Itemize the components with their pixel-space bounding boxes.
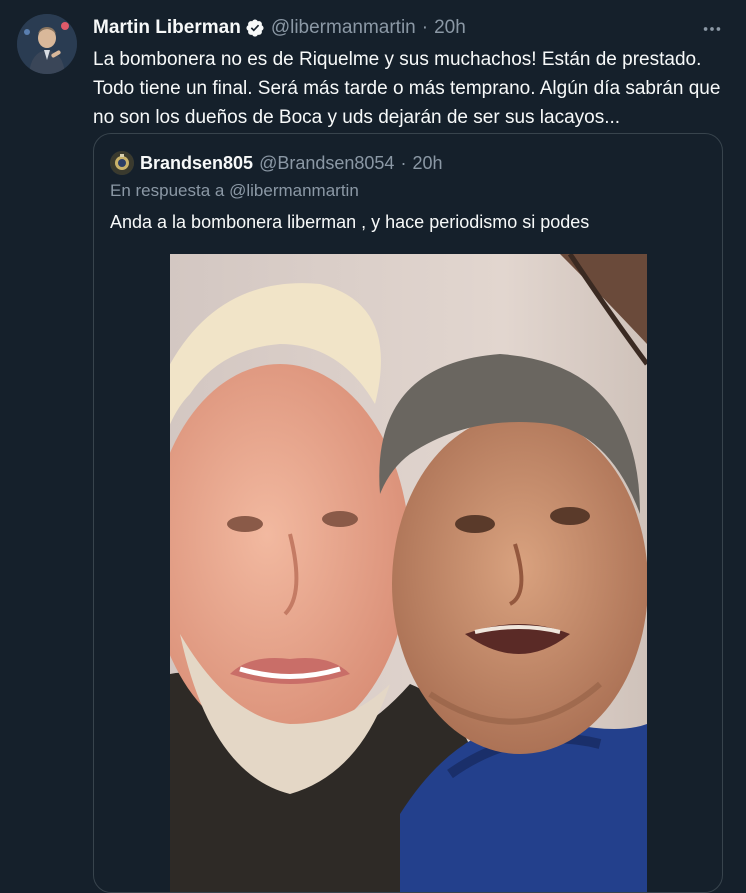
quoted-tweet-header: Brandsen805 @Brandsen8054 · 20h [110, 151, 443, 175]
separator-dot: · [400, 152, 407, 173]
reply-mention: @libermanmartin [229, 181, 359, 200]
quoted-tweet[interactable]: Brandsen805 @Brandsen8054 · 20h En respu… [93, 133, 723, 893]
author-name[interactable]: Martin Liberman [93, 17, 241, 39]
quoted-timestamp: 20h [412, 152, 443, 173]
quoted-author-avatar [110, 151, 134, 175]
tweet-text-line: no son los dueños de Boca y uds dejarán … [93, 107, 621, 128]
separator-dot: · [421, 17, 429, 38]
quoted-tweet-photo[interactable] [170, 254, 647, 892]
author-avatar[interactable] [17, 14, 77, 74]
tweet-timestamp[interactable]: 20h [434, 17, 466, 39]
tweet[interactable]: Martin Liberman @libermanmartin · 20h La… [0, 0, 746, 893]
quoted-author-name: Brandsen805 [140, 152, 254, 173]
verified-badge-icon [245, 18, 265, 38]
tweet-text: La bombonera no es de Riquelme y sus muc… [93, 45, 733, 132]
author-handle[interactable]: @libermanmartin [271, 17, 416, 39]
author-avatar-image [17, 14, 77, 74]
selfie-photo [170, 254, 647, 892]
tweet-text-line: Todo tiene un final. Será más tarde o má… [93, 78, 721, 99]
quoted-author-handle: @Brandsen8054 [259, 152, 395, 173]
tweet-text-line: La bombonera no es de Riquelme y sus muc… [93, 49, 702, 70]
more-options-icon[interactable] [700, 18, 724, 38]
reply-context: En respuesta a @libermanmartin [110, 181, 359, 201]
quoted-tweet-text: Anda a la bombonera liberman , y hace pe… [110, 212, 590, 232]
reply-prefix: En respuesta a [110, 181, 225, 200]
tweet-header: Martin Liberman @libermanmartin · 20h [93, 16, 466, 40]
